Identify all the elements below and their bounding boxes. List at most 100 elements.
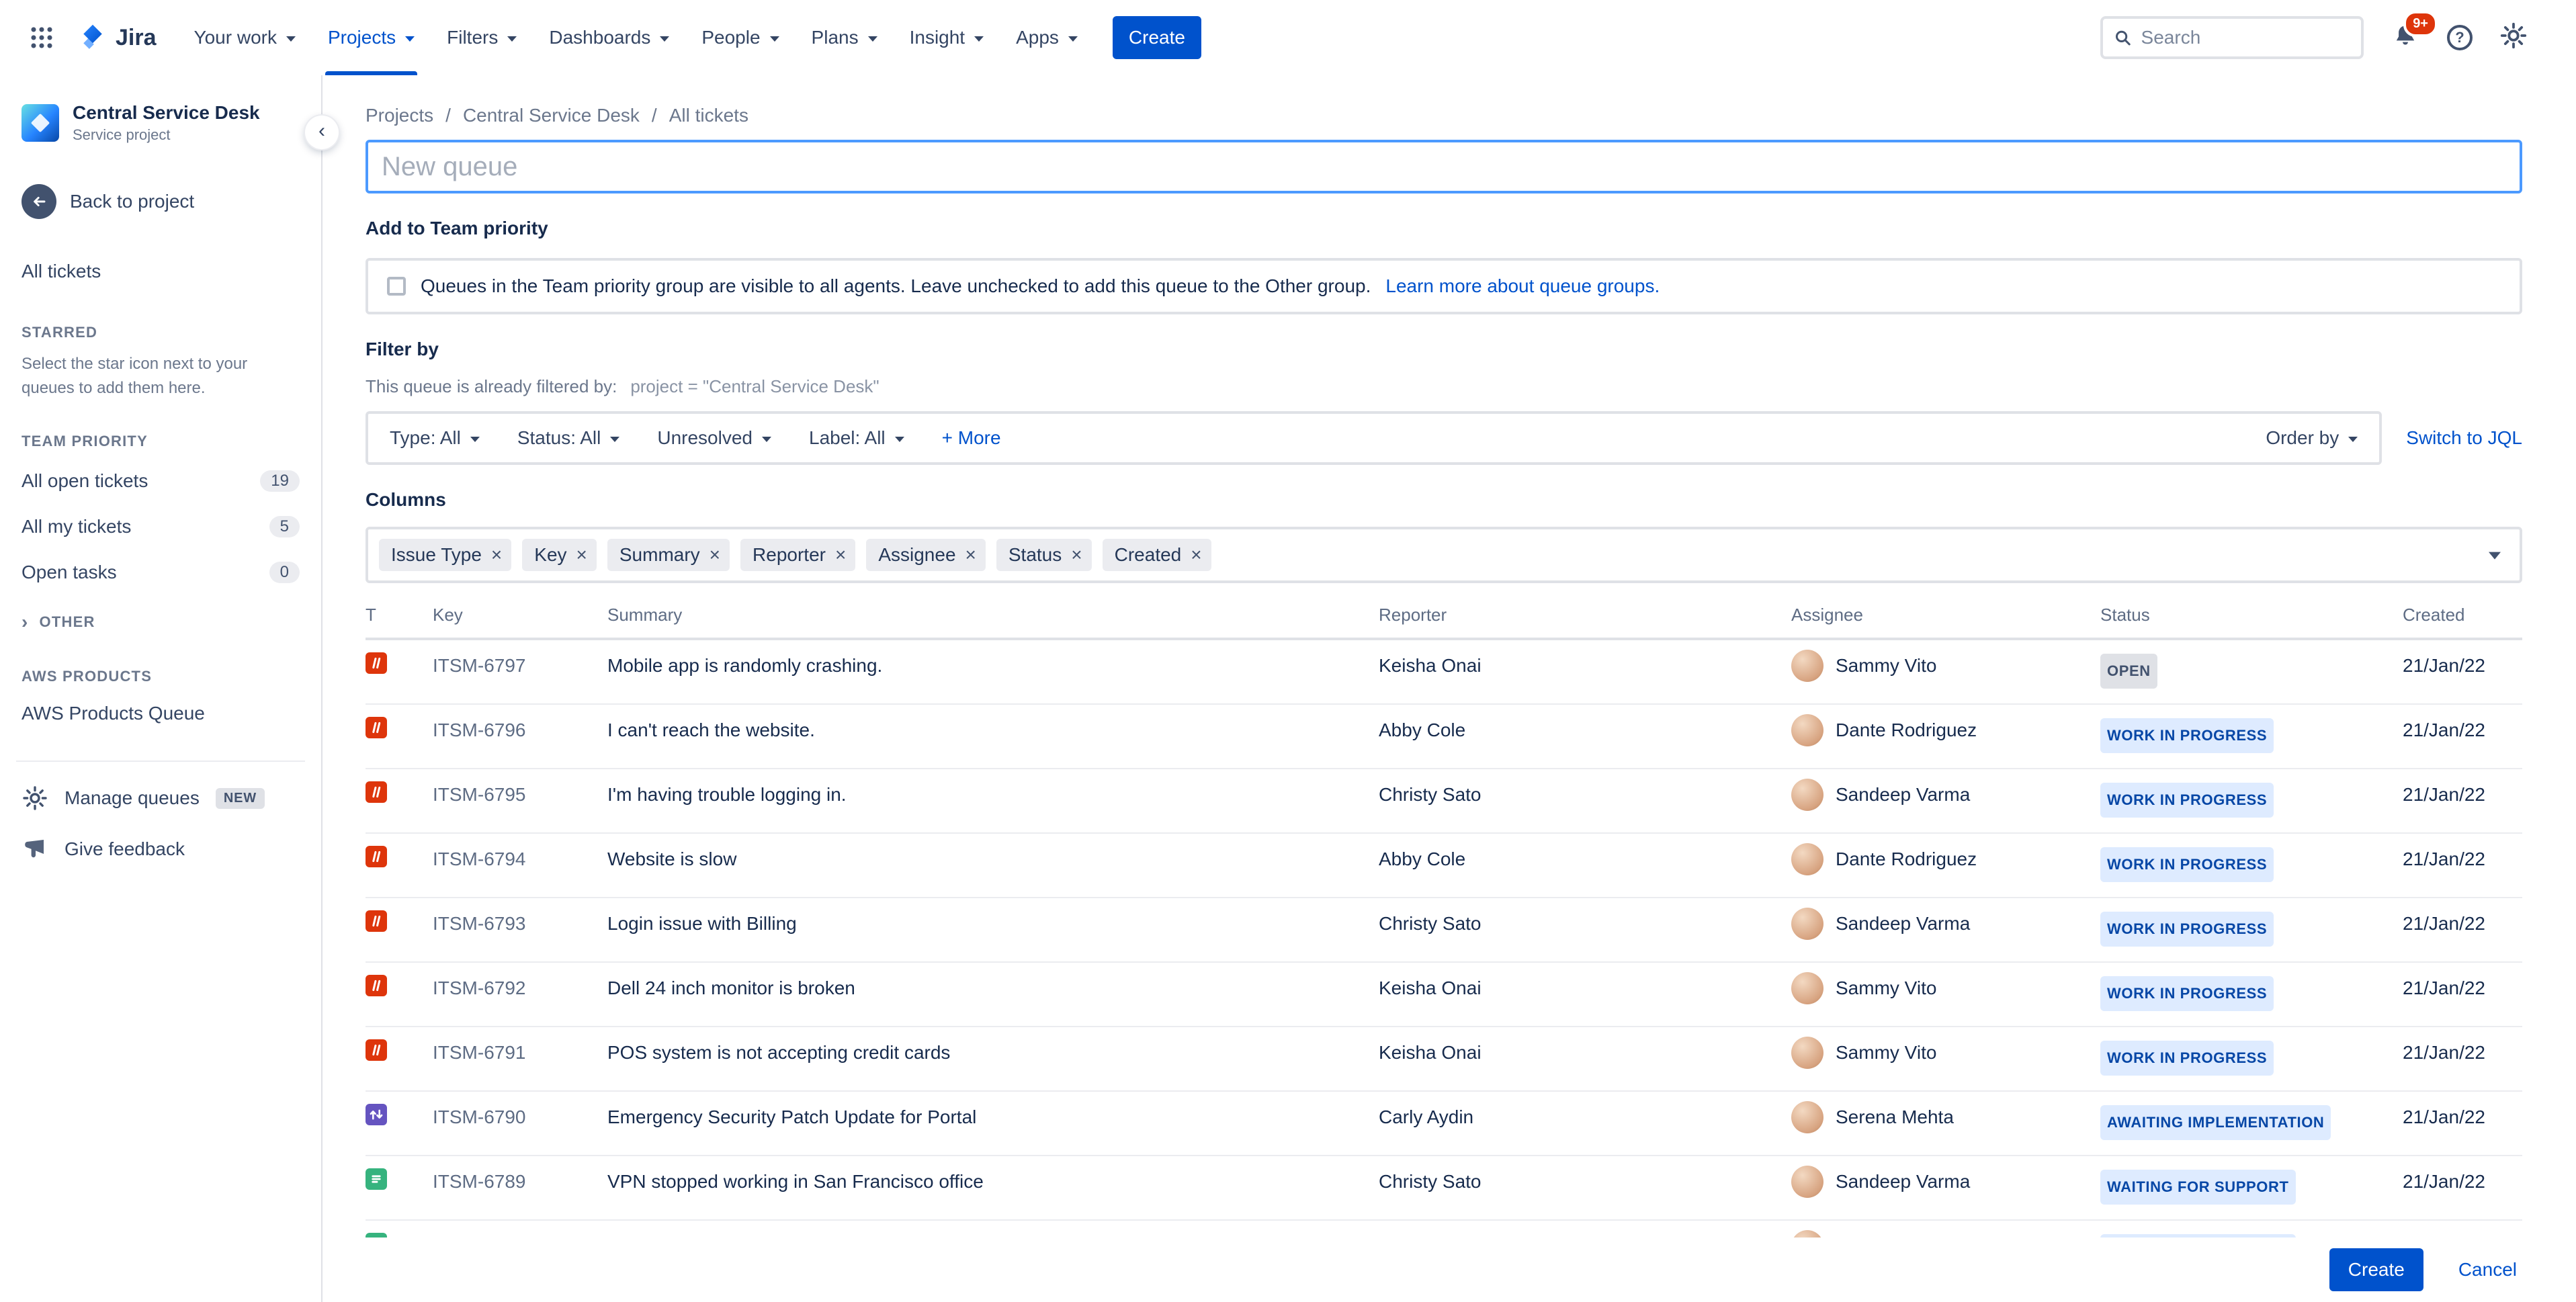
issue-key[interactable]: ITSM-6792: [433, 975, 607, 1011]
table-row[interactable]: ITSM-6793 Login issue with Billing Chris…: [366, 898, 2522, 963]
table-row[interactable]: ITSM-6794 Website is slow Abby Cole Dant…: [366, 834, 2522, 898]
nav-menu-item[interactable]: Apps: [1000, 0, 1094, 75]
settings-button[interactable]: [2499, 21, 2528, 54]
project-name: Central Service Desk: [73, 102, 260, 123]
sidebar-queue-item[interactable]: Open tasks 0: [22, 550, 300, 595]
issue-summary[interactable]: Dell 24 inch monitor is broken: [607, 975, 1379, 1011]
issue-summary[interactable]: Website is slow: [607, 846, 1379, 882]
jira-logo[interactable]: Jira: [78, 23, 157, 52]
nav-menu-item[interactable]: People: [685, 0, 795, 75]
more-filters-button[interactable]: + More: [942, 427, 1001, 449]
issue-summary[interactable]: I can't reach the website.: [607, 717, 1379, 753]
order-by-dropdown[interactable]: Order by: [2266, 427, 2358, 449]
column-chip-label: Assignee: [878, 544, 956, 565]
remove-column-icon[interactable]: [710, 546, 720, 564]
chevron-down-icon: [867, 36, 877, 42]
status-badge: WORK IN PROGRESS: [2100, 783, 2274, 818]
table-row[interactable]: ITSM-6796 I can't reach the website. Abb…: [366, 705, 2522, 769]
issue-key[interactable]: ITSM-6794: [433, 846, 607, 882]
manage-queues-link[interactable]: Manage queues NEW: [22, 773, 300, 824]
nav-menu-item[interactable]: Insight: [894, 0, 1000, 75]
sidebar-divider: [16, 761, 305, 762]
breadcrumb-link[interactable]: All tickets: [669, 105, 748, 126]
nav-menu-item[interactable]: Filters: [431, 0, 533, 75]
chevron-down-icon: [769, 36, 779, 42]
issue-reporter: Christy Sato: [1379, 913, 1482, 934]
table-row[interactable]: ITSM-6795 I'm having trouble logging in.…: [366, 769, 2522, 834]
issue-summary[interactable]: I'm having trouble logging in.: [607, 781, 1379, 818]
sidebar-queue-item[interactable]: All my tickets 5: [22, 504, 300, 550]
issue-summary[interactable]: POS system is not accepting credit cards: [607, 1039, 1379, 1076]
back-arrow-icon: [22, 184, 56, 219]
issue-key[interactable]: ITSM-6789: [433, 1168, 607, 1205]
issue-summary[interactable]: VPN stopped working in San Francisco off…: [607, 1168, 1379, 1205]
sidebar-queue-item[interactable]: All open tickets 19: [22, 458, 300, 504]
remove-column-icon[interactable]: [1071, 546, 1082, 564]
filter-dropdown[interactable]: Status: All: [517, 427, 620, 449]
filter-dropdown[interactable]: Label: All: [809, 427, 904, 449]
issue-summary[interactable]: I have been added to the audit project t…: [607, 1233, 1379, 1238]
remove-column-icon[interactable]: [576, 546, 587, 564]
remove-column-icon[interactable]: [491, 546, 502, 564]
issue-key[interactable]: ITSM-6797: [433, 652, 607, 689]
other-group-toggle[interactable]: OTHER: [22, 611, 95, 633]
remove-column-icon[interactable]: [835, 546, 846, 564]
queue-label: All open tickets: [22, 470, 148, 491]
table-row[interactable]: ITSM-6791 POS system is not accepting cr…: [366, 1027, 2522, 1092]
app-switcher-button[interactable]: [22, 26, 62, 50]
issue-summary[interactable]: Mobile app is randomly crashing.: [607, 652, 1379, 689]
help-button[interactable]: [2447, 25, 2473, 50]
give-feedback-link[interactable]: Give feedback: [22, 824, 300, 875]
back-to-project-link[interactable]: Back to project: [22, 184, 300, 219]
team-priority-checkbox[interactable]: [387, 277, 406, 296]
remove-column-icon[interactable]: [1191, 546, 1201, 564]
assignee-name: Sandeep Varma: [1836, 784, 1971, 805]
switch-to-jql-link[interactable]: Switch to JQL: [2406, 427, 2522, 449]
search-input[interactable]: [2141, 27, 2350, 48]
issue-reporter: Christy Sato: [1379, 784, 1482, 805]
notifications-button[interactable]: 9+: [2391, 11, 2438, 52]
table-row[interactable]: ITSM-6789 VPN stopped working in San Fra…: [366, 1156, 2522, 1221]
nav-menu-item[interactable]: Plans: [796, 0, 894, 75]
issue-created-date: 21/Jan/22: [2403, 784, 2485, 805]
sidebar-item-aws-queue[interactable]: AWS Products Queue: [22, 693, 300, 734]
breadcrumb-link[interactable]: Central Service Desk: [463, 105, 669, 126]
nav-item-label: Your work: [194, 27, 277, 48]
sidebar-collapse-button[interactable]: [305, 116, 339, 149]
table-row[interactable]: ITSM-6792 Dell 24 inch monitor is broken…: [366, 963, 2522, 1027]
columns-heading: Columns: [366, 489, 446, 510]
filter-note-prefix: This queue is already filtered by:: [366, 376, 617, 396]
issue-key[interactable]: ITSM-6795: [433, 781, 607, 818]
assignee-name: Serena Mehta: [1836, 1233, 1954, 1238]
issue-key[interactable]: ITSM-6791: [433, 1039, 607, 1076]
table-row[interactable]: ITSM-6797 Mobile app is randomly crashin…: [366, 640, 2522, 705]
issue-summary[interactable]: Emergency Security Patch Update for Port…: [607, 1104, 1379, 1140]
chevron-down-icon: [660, 36, 670, 42]
issue-key[interactable]: ITSM-6793: [433, 910, 607, 947]
nav-menu-item[interactable]: Dashboards: [533, 0, 685, 75]
filter-dropdown[interactable]: Type: All: [390, 427, 480, 449]
status-badge: OPEN: [2100, 654, 2157, 689]
team-priority-option: Queues in the Team priority group are vi…: [366, 258, 2522, 314]
issue-summary[interactable]: Login issue with Billing: [607, 910, 1379, 947]
issue-key[interactable]: ITSM-6796: [433, 717, 607, 753]
remove-column-icon[interactable]: [965, 546, 976, 564]
create-queue-button[interactable]: Create: [2329, 1248, 2423, 1291]
assignee-avatar: [1791, 650, 1823, 682]
table-row[interactable]: ITSM-6788 I have been added to the audit…: [366, 1221, 2522, 1238]
filter-dropdown[interactable]: Unresolved: [657, 427, 771, 449]
issue-key[interactable]: ITSM-6790: [433, 1104, 607, 1140]
queue-name-input[interactable]: [366, 140, 2522, 193]
queue-groups-link[interactable]: Learn more about queue groups.: [1385, 275, 1660, 297]
issue-key[interactable]: ITSM-6788: [433, 1233, 607, 1238]
nav-menu-item[interactable]: Projects: [312, 0, 431, 75]
filter-bar: Type: All Status: All Unresolved Label: …: [366, 411, 2382, 465]
nav-create-button[interactable]: Create: [1112, 16, 1201, 59]
cancel-button[interactable]: Cancel: [2458, 1259, 2517, 1281]
breadcrumb-link[interactable]: Projects: [366, 105, 463, 126]
nav-menu-item[interactable]: Your work: [178, 0, 312, 75]
sidebar-item-all-tickets[interactable]: All tickets: [22, 251, 300, 292]
project-avatar: [22, 104, 59, 142]
columns-select[interactable]: Issue Type Key Summary: [366, 527, 2522, 583]
table-row[interactable]: ITSM-6790 Emergency Security Patch Updat…: [366, 1092, 2522, 1156]
